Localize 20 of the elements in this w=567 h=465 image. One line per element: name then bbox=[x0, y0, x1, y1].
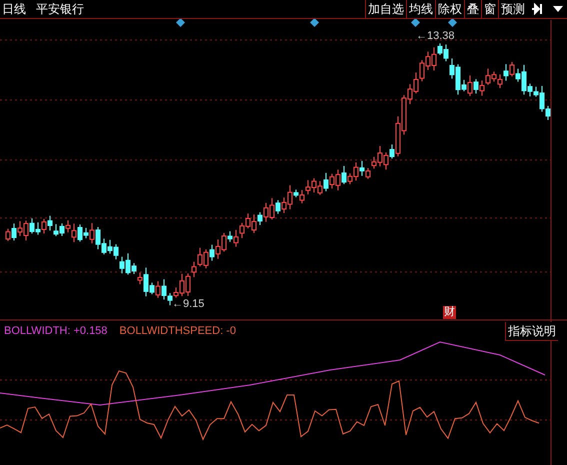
diamond-marker-icon[interactable] bbox=[411, 18, 420, 27]
toolbar-button[interactable]: 加自选 bbox=[365, 0, 406, 18]
toolbar-button[interactable]: 均线 bbox=[406, 0, 435, 18]
toolbar-button[interactable]: 窗 bbox=[481, 0, 498, 18]
diamond-marker-icon[interactable] bbox=[310, 18, 319, 27]
diamond-marker-icon[interactable] bbox=[448, 18, 457, 27]
period-label[interactable]: 日线 bbox=[0, 0, 28, 18]
toolbar-button[interactable]: 叠 bbox=[464, 0, 481, 18]
high-price-label: ←13.38 bbox=[416, 29, 455, 44]
indicator-value: BOLLWIDTH: +0.158 bbox=[4, 324, 108, 339]
low-price-label: ←9.15 bbox=[172, 297, 204, 312]
event-badge[interactable]: 财 bbox=[443, 306, 456, 319]
expand-icon[interactable] bbox=[531, 3, 545, 15]
toolbar-button[interactable]: 预测 bbox=[498, 0, 527, 18]
toolbar-button[interactable]: 除权 bbox=[435, 0, 464, 18]
indicator-value: BOLLWIDTHSPEED: -0 bbox=[119, 324, 236, 339]
indicator-help-button[interactable]: 指标说明 bbox=[505, 322, 558, 341]
diamond-marker-icon[interactable] bbox=[176, 18, 185, 27]
caret-icon[interactable] bbox=[553, 6, 563, 12]
stock-name: 平安银行 bbox=[36, 1, 84, 18]
